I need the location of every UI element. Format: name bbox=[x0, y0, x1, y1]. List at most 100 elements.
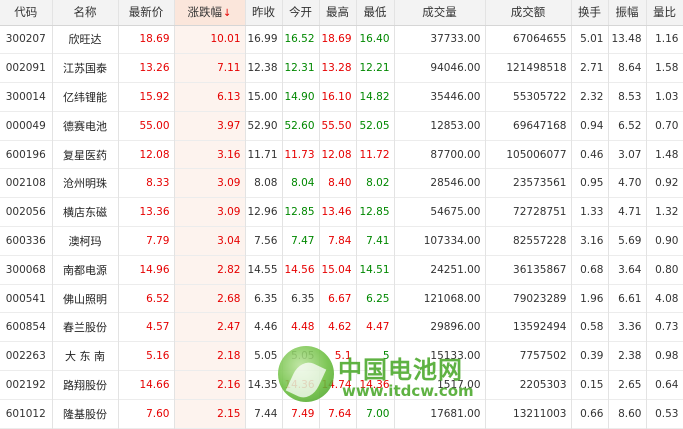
cell-name[interactable]: 江苏国泰 bbox=[52, 53, 119, 83]
cell-prev: 14.35 bbox=[245, 370, 283, 400]
header-amount[interactable]: 成交额 bbox=[485, 0, 572, 26]
cell-name[interactable]: 隆基股份 bbox=[52, 399, 119, 429]
cell-volume: 94046.00 bbox=[394, 53, 486, 83]
cell-name[interactable]: 欣旺达 bbox=[52, 25, 119, 54]
cell-volume: 54675.00 bbox=[394, 197, 486, 227]
cell-high: 12.08 bbox=[319, 140, 357, 169]
header-change[interactable]: 涨跌幅↓ bbox=[174, 0, 246, 26]
cell-latest: 14.66 bbox=[118, 370, 175, 400]
cell-prev: 7.56 bbox=[245, 226, 283, 256]
cell-prev: 6.35 bbox=[245, 284, 283, 313]
cell-name[interactable]: 沧州明珠 bbox=[52, 168, 119, 198]
cell-code[interactable]: 002263 bbox=[0, 341, 53, 371]
header-change-label: 涨跌幅 bbox=[187, 5, 223, 20]
table-row[interactable]: 002056 横店东磁 13.36 3.09 12.96 12.85 13.46 12.85 5… bbox=[0, 197, 683, 227]
cell-ratio: 0.92 bbox=[646, 168, 683, 198]
cell-name[interactable]: 亿纬锂能 bbox=[52, 82, 119, 112]
header-name[interactable]: 名称 bbox=[52, 0, 119, 26]
cell-name[interactable]: 复星医药 bbox=[52, 140, 119, 169]
header-volume[interactable]: 成交量 bbox=[394, 0, 486, 26]
cell-turnover: 0.58 bbox=[571, 312, 609, 342]
cell-volume: 28546.00 bbox=[394, 168, 486, 198]
cell-code[interactable]: 300014 bbox=[0, 82, 53, 112]
cell-amount: 67064655 bbox=[485, 25, 572, 54]
table-row[interactable]: 300014 亿纬锂能 15.92 6.13 15.00 14.90 16.10 14.82 3… bbox=[0, 82, 683, 112]
cell-code[interactable]: 002192 bbox=[0, 370, 53, 400]
cell-name[interactable]: 佛山照明 bbox=[52, 284, 119, 313]
header-amplitude[interactable]: 振幅 bbox=[608, 0, 647, 26]
cell-amount: 36135867 bbox=[485, 255, 572, 285]
cell-amplitude: 8.60 bbox=[608, 399, 647, 429]
cell-latest: 7.79 bbox=[118, 226, 175, 256]
cell-ratio: 1.16 bbox=[646, 25, 683, 54]
cell-code[interactable]: 600196 bbox=[0, 140, 53, 169]
table-row[interactable]: 000049 德赛电池 55.00 3.97 52.90 52.60 55.50 52.05 1… bbox=[0, 111, 683, 141]
cell-name[interactable]: 路翔股份 bbox=[52, 370, 119, 400]
table-header-row: 代码 名称 最新价 涨跌幅↓ 昨收 今开 最高 最低 成交量 成交额 换手 振幅… bbox=[0, 0, 683, 26]
header-ratio[interactable]: 量比 bbox=[646, 0, 683, 26]
cell-open: 16.52 bbox=[282, 25, 320, 54]
cell-open: 7.49 bbox=[282, 399, 320, 429]
cell-change: 3.97 bbox=[174, 111, 246, 141]
quote-table-window: 代码 名称 最新价 涨跌幅↓ 昨收 今开 最高 最低 成交量 成交额 换手 振幅… bbox=[0, 0, 683, 429]
table-row[interactable]: 002091 江苏国泰 13.26 7.11 12.38 12.31 13.28 12.21 9… bbox=[0, 53, 683, 83]
cell-code[interactable]: 300068 bbox=[0, 255, 53, 285]
cell-amplitude: 3.64 bbox=[608, 255, 647, 285]
cell-amount: 79023289 bbox=[485, 284, 572, 313]
cell-turnover: 2.32 bbox=[571, 82, 609, 112]
table-row[interactable]: 300207 欣旺达 18.69 10.01 16.99 16.52 18.69 16.40 3… bbox=[0, 25, 683, 54]
cell-code[interactable]: 300207 bbox=[0, 25, 53, 54]
table-row[interactable]: 002192 路翔股份 14.66 2.16 14.35 14.36 14.74 14.36 1… bbox=[0, 370, 683, 400]
cell-code[interactable]: 601012 bbox=[0, 399, 53, 429]
cell-code[interactable]: 002056 bbox=[0, 197, 53, 227]
cell-code[interactable]: 002091 bbox=[0, 53, 53, 83]
table-row[interactable]: 600854 春兰股份 4.57 2.47 4.46 4.48 4.62 4.47 29896.… bbox=[0, 312, 683, 342]
cell-amount: 13592494 bbox=[485, 312, 572, 342]
cell-code[interactable]: 600336 bbox=[0, 226, 53, 256]
cell-turnover: 5.01 bbox=[571, 25, 609, 54]
table-row[interactable]: 300068 南都电源 14.96 2.82 14.55 14.56 15.04 14.51 2… bbox=[0, 255, 683, 285]
cell-latest: 18.69 bbox=[118, 25, 175, 54]
header-prev[interactable]: 昨收 bbox=[245, 0, 283, 26]
cell-latest: 55.00 bbox=[118, 111, 175, 141]
cell-code[interactable]: 600854 bbox=[0, 312, 53, 342]
cell-volume: 15133.00 bbox=[394, 341, 486, 371]
cell-name[interactable]: 春兰股份 bbox=[52, 312, 119, 342]
cell-low: 7.41 bbox=[356, 226, 395, 256]
cell-high: 7.64 bbox=[319, 399, 357, 429]
cell-amplitude: 3.36 bbox=[608, 312, 647, 342]
cell-amplitude: 6.52 bbox=[608, 111, 647, 141]
cell-open: 7.47 bbox=[282, 226, 320, 256]
cell-high: 14.74 bbox=[319, 370, 357, 400]
cell-code[interactable]: 000049 bbox=[0, 111, 53, 141]
header-turnover[interactable]: 换手 bbox=[571, 0, 609, 26]
header-code[interactable]: 代码 bbox=[0, 0, 53, 26]
sort-desc-icon: ↓ bbox=[223, 8, 232, 20]
cell-ratio: 0.98 bbox=[646, 341, 683, 371]
cell-turnover: 0.15 bbox=[571, 370, 609, 400]
header-open[interactable]: 今开 bbox=[282, 0, 320, 26]
cell-low: 52.05 bbox=[356, 111, 395, 141]
cell-amount: 72728751 bbox=[485, 197, 572, 227]
cell-name[interactable]: 南都电源 bbox=[52, 255, 119, 285]
cell-code[interactable]: 002108 bbox=[0, 168, 53, 198]
cell-turnover: 0.39 bbox=[571, 341, 609, 371]
cell-prev: 8.08 bbox=[245, 168, 283, 198]
header-high[interactable]: 最高 bbox=[319, 0, 357, 26]
table-row[interactable]: 600196 复星医药 12.08 3.16 11.71 11.73 12.08 11.72 8… bbox=[0, 140, 683, 169]
cell-name[interactable]: 澳柯玛 bbox=[52, 226, 119, 256]
header-latest[interactable]: 最新价 bbox=[118, 0, 175, 26]
cell-volume: 24251.00 bbox=[394, 255, 486, 285]
cell-code[interactable]: 000541 bbox=[0, 284, 53, 313]
table-row[interactable]: 600336 澳柯玛 7.79 3.04 7.56 7.47 7.84 7.41 107334.… bbox=[0, 226, 683, 256]
cell-name[interactable]: 大 东 南 bbox=[52, 341, 119, 371]
table-row[interactable]: 000541 佛山照明 6.52 2.68 6.35 6.35 6.67 6.25 121068… bbox=[0, 284, 683, 313]
cell-low: 14.51 bbox=[356, 255, 395, 285]
table-row[interactable]: 002263 大 东 南 5.16 2.18 5.05 5.05 5.1 5 15133.00 7… bbox=[0, 341, 683, 371]
table-row[interactable]: 601012 隆基股份 7.60 2.15 7.44 7.49 7.64 7.00 17681.… bbox=[0, 399, 683, 429]
cell-name[interactable]: 德赛电池 bbox=[52, 111, 119, 141]
header-low[interactable]: 最低 bbox=[356, 0, 395, 26]
table-row[interactable]: 002108 沧州明珠 8.33 3.09 8.08 8.04 8.40 8.02 28546.… bbox=[0, 168, 683, 198]
cell-name[interactable]: 横店东磁 bbox=[52, 197, 119, 227]
cell-amplitude: 4.71 bbox=[608, 197, 647, 227]
